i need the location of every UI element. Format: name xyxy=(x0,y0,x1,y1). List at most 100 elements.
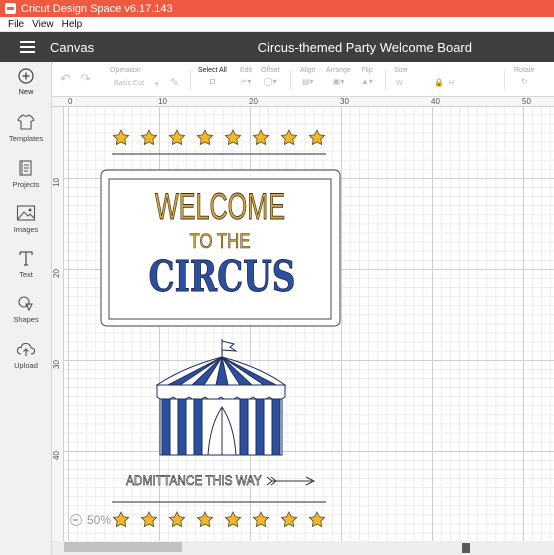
scroll-indicator xyxy=(462,543,470,553)
offset-label: Offset xyxy=(261,67,280,74)
menu-bar: File View Help xyxy=(0,17,554,32)
pen-icon[interactable]: ✎ xyxy=(170,76,179,89)
ruler-label: 30 xyxy=(51,360,61,369)
sidebar-item-label: New xyxy=(18,87,34,96)
align-icon: ▤▾ xyxy=(302,77,314,86)
flip-label: Flip xyxy=(361,67,373,74)
star-icon xyxy=(140,511,158,527)
sidebar-item-images[interactable]: Images xyxy=(0,204,52,234)
zoom-level: 50% xyxy=(87,513,112,527)
arrow-icon[interactable] xyxy=(266,476,316,486)
window-title: Cricut Design Space v6.17.143 xyxy=(21,2,173,15)
star-icon xyxy=(308,511,326,527)
select-all-button[interactable]: Select All □ xyxy=(198,67,227,86)
star-icon xyxy=(168,511,186,527)
star-icon xyxy=(112,511,130,527)
circus-text[interactable]: CIRCUS xyxy=(148,252,296,302)
admittance-text[interactable]: ADMITTANCE THIS WAY xyxy=(126,472,263,489)
flip-icon: ▲▾ xyxy=(361,77,373,86)
select-all-icon: □ xyxy=(209,77,215,86)
welcome-text[interactable]: WELCOME xyxy=(155,185,286,228)
app-header: Canvas Circus-themed Party Welcome Board xyxy=(0,32,554,62)
menu-file[interactable]: File xyxy=(8,19,24,30)
sidebar-item-text[interactable]: Text xyxy=(0,249,52,279)
bottom-stars-row[interactable] xyxy=(112,511,326,527)
ruler-label: 20 xyxy=(51,269,61,278)
edit-button[interactable]: Edit ✂▾ xyxy=(240,67,252,86)
star-icon xyxy=(168,129,186,145)
plus-circle-icon xyxy=(18,68,34,84)
star-icon xyxy=(196,511,214,527)
ruler-label: 50 xyxy=(522,97,531,106)
star-icon xyxy=(224,129,242,145)
ruler-label: 10 xyxy=(51,178,61,187)
rotate-icon: ↻ xyxy=(520,77,528,86)
size-label: Size xyxy=(394,67,408,74)
to-the-text[interactable]: TO THE xyxy=(189,230,251,254)
zoom-control[interactable]: 50% xyxy=(70,513,111,527)
star-icon xyxy=(112,129,130,145)
horizontal-scrollbar[interactable] xyxy=(52,541,554,555)
star-icon xyxy=(252,129,270,145)
sidebar-item-label: Templates xyxy=(8,134,44,143)
circus-tent-graphic[interactable] xyxy=(155,339,287,456)
ruler-label: 0 xyxy=(68,97,73,106)
project-title: Circus-themed Party Welcome Board xyxy=(257,39,472,55)
vertical-ruler: 10 20 30 40 50 xyxy=(51,107,64,551)
menu-help[interactable]: Help xyxy=(62,19,83,30)
ruler-label: 10 xyxy=(158,97,167,106)
width-field[interactable]: W xyxy=(396,80,403,87)
top-stars-row[interactable] xyxy=(112,129,326,145)
operation-control[interactable]: Operation xyxy=(110,67,141,74)
star-icon xyxy=(280,129,298,145)
sidebar-item-label: Projects xyxy=(12,180,40,189)
sidebar-item-upload[interactable]: Upload xyxy=(0,340,52,370)
undo-icon[interactable]: ↶ xyxy=(60,71,71,87)
hamburger-menu-icon[interactable] xyxy=(20,41,35,53)
star-icon xyxy=(196,129,214,145)
scissors-icon: ✂▾ xyxy=(240,77,252,86)
sidebar-item-label: Images xyxy=(13,225,39,234)
rotate-control[interactable]: Rotate ↻ xyxy=(514,67,535,86)
sidebar-item-label: Upload xyxy=(14,361,38,370)
align-label: Align xyxy=(300,67,316,74)
toolbar-divider xyxy=(385,70,386,90)
sidebar-item-new[interactable]: New xyxy=(0,68,52,96)
shapes-icon xyxy=(18,296,33,312)
menu-view[interactable]: View xyxy=(32,19,54,30)
zoom-out-icon[interactable] xyxy=(70,514,82,526)
canvas-label: Canvas xyxy=(50,39,95,55)
design-canvas[interactable]: WELCOME TO THE CIRCUS ADMITTANCE THIS WA… xyxy=(64,107,554,548)
align-button[interactable]: Align ▤▾ xyxy=(300,67,316,86)
toolbar-divider xyxy=(504,70,505,90)
arrange-button[interactable]: Arrange ▣▾ xyxy=(326,67,351,86)
lock-icon[interactable]: 🔒 xyxy=(434,78,444,87)
select-all-label: Select All xyxy=(198,67,227,74)
ruler-label: 40 xyxy=(51,451,61,460)
ruler-label: 20 xyxy=(249,97,258,106)
cricut-app-icon xyxy=(5,3,16,14)
star-icon xyxy=(280,511,298,527)
design-artwork[interactable]: WELCOME TO THE CIRCUS ADMITTANCE THIS WA… xyxy=(64,107,554,548)
rotate-label: Rotate xyxy=(514,67,535,74)
chevron-down-icon: ▾ xyxy=(155,81,159,88)
window-title-bar: Cricut Design Space v6.17.143 xyxy=(0,0,554,17)
sidebar-item-templates[interactable]: Templates xyxy=(0,113,52,143)
redo-icon[interactable]: ↷ xyxy=(80,71,91,87)
arrange-icon: ▣▾ xyxy=(332,77,345,86)
height-field[interactable]: H xyxy=(449,80,454,87)
sidebar-item-label: Text xyxy=(19,270,33,279)
upload-icon xyxy=(16,342,36,356)
projects-icon xyxy=(19,160,32,176)
left-sidebar: New Templates Projects Images Text Shape… xyxy=(0,62,52,555)
scrollbar-thumb[interactable] xyxy=(64,542,182,552)
star-icon xyxy=(140,129,158,145)
operation-select[interactable]: Basic Cut xyxy=(114,80,144,87)
sidebar-item-projects[interactable]: Projects xyxy=(0,159,52,189)
offset-button[interactable]: Offset ◯▾ xyxy=(261,67,280,86)
edit-toolbar: ↶ ↷ Operation Basic Cut ▾ ✎ Select All □… xyxy=(52,62,554,97)
shirt-icon xyxy=(17,114,35,130)
sidebar-item-shapes[interactable]: Shapes xyxy=(0,294,52,324)
horizontal-ruler: 0 10 20 30 40 50 xyxy=(52,97,554,107)
flip-button[interactable]: Flip ▲▾ xyxy=(361,67,373,86)
